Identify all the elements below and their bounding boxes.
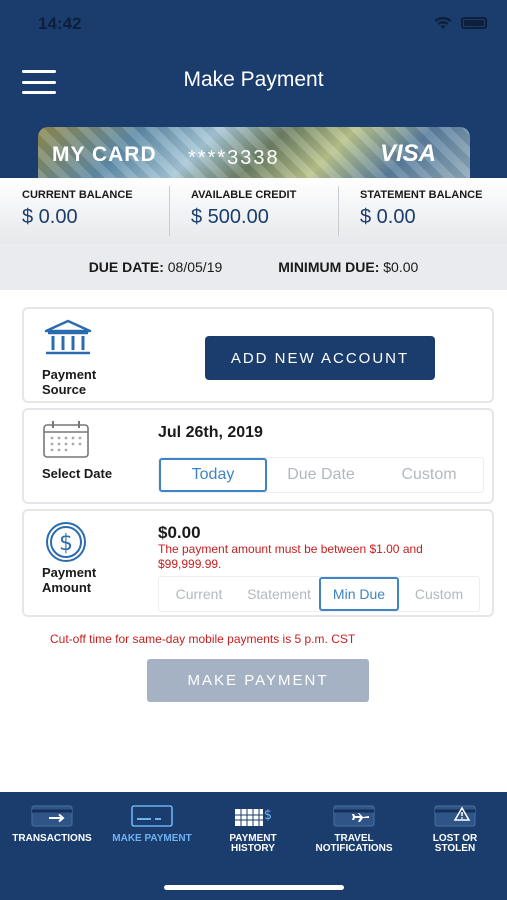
tab-transactions[interactable]: TRANSACTIONS (2, 804, 102, 844)
amount-segmented-control: Current Statement Min Due Custom (158, 576, 480, 612)
label-line: Amount (42, 580, 92, 595)
payment-amount-label: Payment Amount (42, 565, 96, 595)
select-date-panel: Select Date Jul 26th, 2019 Today Due Dat… (22, 408, 494, 504)
date-option-custom[interactable]: Custom (375, 458, 483, 492)
svg-text:$: $ (264, 808, 272, 823)
payment-source-panel: Payment Source ADD NEW ACCOUNT (22, 307, 494, 403)
card-name: MY CARD (52, 143, 157, 166)
tab-label-line: HISTORY (231, 843, 275, 854)
due-date-label: DUE DATE: (88, 259, 164, 275)
balance-label: CURRENT BALANCE (22, 189, 133, 201)
cutoff-notice: Cut-off time for same-day mobile payment… (50, 632, 356, 646)
tab-label-line: STOLEN (434, 843, 476, 854)
payment-source-label: Payment Source (42, 367, 96, 397)
balance-value: $ 0.00 (22, 206, 78, 228)
visa-logo: VISA (379, 140, 436, 167)
label-line: Payment (42, 565, 97, 580)
amount-option-min-due[interactable]: Min Due (319, 577, 399, 611)
card-payment-icon (131, 805, 173, 827)
calendar-icon (43, 421, 89, 458)
bank-icon (44, 319, 92, 355)
date-segmented-control: Today Due Date Custom (158, 457, 484, 493)
tab-label: PAYMENT HISTORY (203, 834, 303, 854)
card-arrow-icon (31, 805, 73, 827)
wifi-icon (434, 16, 452, 29)
select-date-label: Select Date (42, 466, 113, 481)
minimum-due-label: MINIMUM DUE: (278, 259, 380, 275)
amount-error-message: The payment amount must be between $1.00… (158, 542, 423, 571)
amount-option-custom[interactable]: Custom (399, 577, 479, 611)
credit-card-image: MY CARD ****3338 VISA (38, 127, 470, 179)
home-indicator[interactable] (164, 885, 344, 890)
balance-value: $ 0.00 (360, 206, 416, 228)
card-number: ****3338 (188, 147, 280, 169)
balance-label: AVAILABLE CREDIT (191, 189, 297, 201)
status-time: 14:42 (38, 14, 82, 33)
card-plane-icon (333, 805, 375, 827)
minimum-due-value: $0.00 (383, 259, 419, 275)
make-payment-button[interactable]: MAKE PAYMENT (147, 659, 369, 702)
label-line: Payment (42, 367, 97, 382)
date-option-today[interactable]: Today (159, 458, 267, 492)
balance-value: $ 500.00 (191, 206, 269, 228)
selected-date: Jul 26th, 2019 (158, 424, 263, 441)
balance-label: STATEMENT BALANCE (360, 189, 483, 201)
tab-lost-or-stolen[interactable]: LOST OR STOLEN (405, 804, 505, 854)
tab-payment-history[interactable]: $ PAYMENT HISTORY (203, 804, 303, 854)
battery-icon (461, 17, 487, 29)
amount-option-statement[interactable]: Statement (239, 577, 319, 611)
top-bar: 14:42 Make Payment (0, 0, 507, 110)
tab-label: LOST OR STOLEN (405, 834, 505, 854)
current-balance: CURRENT BALANCE $ 0.00 (0, 178, 169, 244)
tab-label: TRANSACTIONS (12, 833, 92, 844)
balances-row: CURRENT BALANCE $ 0.00 AVAILABLE CREDIT … (0, 178, 507, 244)
tab-label: MAKE PAYMENT (112, 833, 192, 844)
bottom-tab-bar: TRANSACTIONS MAKE PAYMENT $ PAYMENT HIST… (0, 792, 507, 900)
due-date-value: 08/05/19 (167, 259, 223, 275)
amount-option-current[interactable]: Current (159, 577, 239, 611)
dollar-coin-icon: $ (46, 522, 86, 562)
add-new-account-button[interactable]: ADD NEW ACCOUNT (205, 336, 435, 380)
statement-balance: STATEMENT BALANCE $ 0.00 (338, 178, 507, 244)
tab-make-payment[interactable]: MAKE PAYMENT (102, 804, 202, 844)
label-line: Source (42, 382, 87, 397)
payment-amount-value[interactable]: $0.00 (158, 523, 201, 543)
page-title: Make Payment (183, 68, 324, 91)
tab-travel-notifications[interactable]: TRAVEL NOTIFICATIONS (304, 804, 404, 854)
payment-amount-panel: $ Payment Amount $0.00 The payment amoun… (22, 509, 494, 617)
due-bar: DUE DATE: 08/05/19 MINIMUM DUE: $0.00 (0, 244, 507, 290)
tab-label-line: NOTIFICATIONS (315, 843, 393, 854)
due-date: DUE DATE: 08/05/19 (89, 259, 223, 275)
calendar-dollar-icon: $ (235, 808, 272, 826)
available-credit: AVAILABLE CREDIT $ 500.00 (169, 178, 338, 244)
date-option-due-date[interactable]: Due Date (267, 458, 375, 492)
tab-label: TRAVEL NOTIFICATIONS (304, 834, 404, 854)
svg-text:$: $ (59, 531, 73, 556)
minimum-due: MINIMUM DUE: $0.00 (278, 259, 418, 275)
card-alert-icon (434, 805, 476, 827)
status-icons (433, 16, 487, 30)
